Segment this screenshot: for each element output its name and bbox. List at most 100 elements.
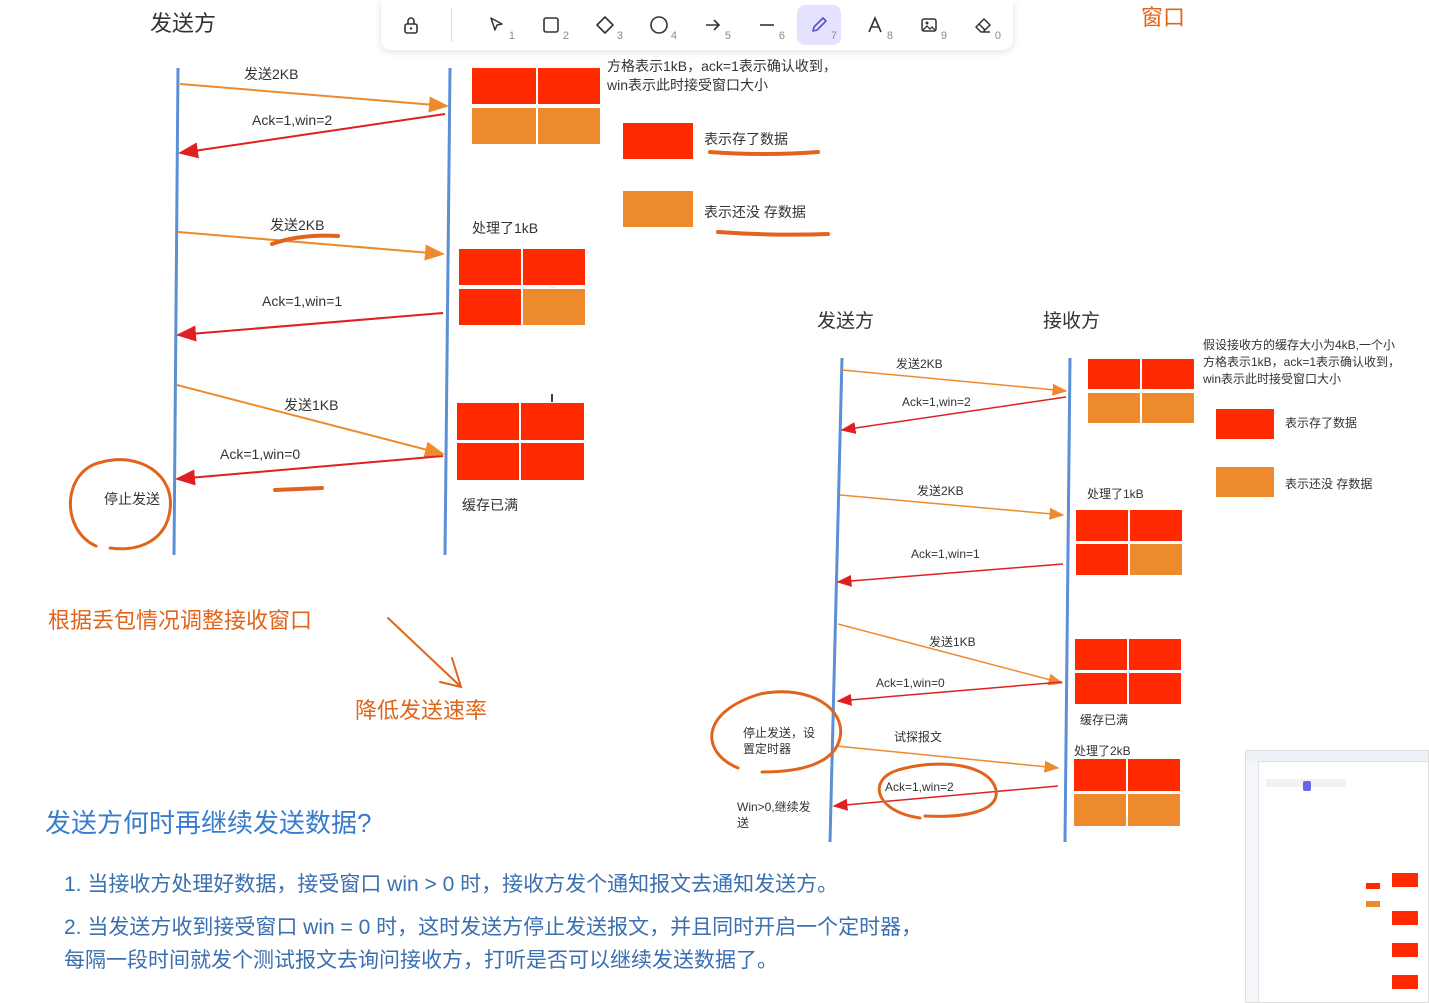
buffer-cell	[458, 248, 522, 286]
thumb-buffer	[1392, 943, 1418, 957]
ink-underline	[716, 230, 830, 237]
buffer-cell	[537, 67, 601, 105]
buffer-cell	[471, 107, 537, 145]
send-arrow	[179, 83, 449, 113]
buffer-cell	[522, 288, 586, 326]
sender-lifeline-right	[828, 357, 844, 843]
note-line: 假设接收方的缓存大小为4kB,一个小	[1203, 338, 1396, 352]
note-line: win表示此时接受窗口大小	[607, 77, 769, 93]
legend-empty-swatch	[622, 190, 694, 228]
buffer-cell	[1127, 793, 1181, 827]
legend-empty-swatch	[1215, 466, 1275, 498]
legend-stored-swatch	[622, 122, 694, 160]
legend-empty-label: 表示还没 存数据	[704, 204, 806, 220]
ink-underline	[273, 486, 324, 492]
buffer-cell	[1073, 758, 1127, 792]
answer-point-2-cont: 每隔一段时间就发个测试报文去询问接收方，打听是否可以继续发送数据了。	[64, 949, 778, 972]
window-title: 窗口	[1141, 5, 1186, 30]
legend-empty-label: 表示还没 存数据	[1285, 477, 1373, 491]
buffer-cell	[522, 248, 586, 286]
message-label: 发送2KB	[896, 357, 943, 371]
message-label: 发送2KB	[270, 217, 325, 233]
screen-preview-thumbnail[interactable]	[1245, 750, 1429, 1003]
buffer-cell	[1074, 638, 1128, 671]
continue-label: 送	[737, 816, 750, 830]
ack-arrow	[836, 681, 1063, 706]
thumb-buffer	[1392, 975, 1418, 989]
buffer-cell	[1141, 392, 1195, 424]
legend-stored-swatch	[1215, 408, 1275, 440]
answer-point-1: 1. 当接收方处理好数据，接受窗口 win > 0 时，接收方发个通知报文去通知…	[64, 873, 839, 896]
stop-send-label: 停止发送	[104, 491, 160, 507]
ack-arrow	[175, 455, 444, 486]
message-label: Ack=1,win=0	[876, 676, 945, 690]
buffer-cell	[1074, 672, 1128, 705]
message-label: Ack=1,win=0	[220, 446, 301, 462]
ack-arrow	[176, 312, 444, 342]
thumb-active-tool	[1303, 781, 1311, 791]
question-heading: 发送方何时再继续发送数据?	[45, 808, 372, 838]
buffer-full-label: 缓存已满	[1080, 713, 1129, 727]
ink-arrow	[387, 617, 463, 689]
buffer-cell	[537, 107, 601, 145]
buffer-cell	[1087, 358, 1141, 390]
note-line: win表示此时接受窗口大小	[1203, 372, 1342, 386]
buffer-cell	[1127, 758, 1181, 792]
receiver-lifeline	[443, 67, 452, 556]
buffer-cell	[456, 402, 520, 441]
ack-arrow	[836, 563, 1064, 587]
thumb-titlebar	[1246, 751, 1428, 762]
legend-stored-label: 表示存了数据	[704, 131, 788, 147]
processed-label: 处理了1kB	[472, 220, 539, 236]
message-label: Ack=1,win=2	[885, 780, 954, 794]
buffer-cell	[458, 288, 522, 326]
receiver-lifeline-right	[1063, 357, 1072, 843]
buffer-cell	[456, 442, 520, 481]
stop-timer-label: 停止发送，设	[743, 726, 816, 740]
legend-stored-label: 表示存了数据	[1285, 416, 1358, 430]
message-label: 发送1KB	[929, 635, 976, 649]
buffer-cell	[1075, 509, 1129, 542]
message-label: 发送1KB	[284, 397, 339, 413]
buffer-cell	[1128, 672, 1182, 705]
message-label: 试探报文	[894, 730, 943, 744]
buffer-cell	[1075, 543, 1129, 576]
message-label: Ack=1,win=1	[911, 547, 980, 561]
note-line: 方格表示1kB，ack=1表示确认收到，	[607, 58, 837, 74]
buffer-cell	[520, 402, 585, 441]
message-label: Ack=1,win=1	[262, 293, 343, 309]
note-line: 方格表示1kB，ack=1表示确认收到，	[1203, 355, 1401, 369]
processed-label: 处理了2kB	[1074, 744, 1131, 758]
buffer-cell	[1129, 509, 1183, 542]
receiver-header: 接收方	[1043, 311, 1101, 332]
sender-header: 发送方	[817, 311, 875, 332]
continue-label: Win>0,继续发	[737, 800, 811, 814]
message-label: Ack=1,win=2	[252, 112, 333, 128]
adjust-window-text: 根据丢包情况调整接收窗口	[48, 608, 313, 633]
message-label: Ack=1,win=2	[902, 395, 971, 409]
reduce-rate-text: 降低发送速率	[355, 698, 488, 723]
buffer-cell	[1073, 793, 1127, 827]
buffer-cell	[520, 442, 585, 481]
ink-underline	[708, 150, 820, 156]
thumb-buffer	[1392, 911, 1418, 925]
stop-timer-label: 置定时器	[743, 742, 792, 756]
processed-label: 处理了1kB	[1087, 487, 1144, 501]
buffer-cell	[471, 67, 537, 105]
thumb-legend	[1366, 901, 1380, 907]
thumb-sidebar	[1246, 761, 1259, 1002]
buffer-cell	[1141, 358, 1195, 390]
answer-point-2: 2. 当发送方收到接受窗口 win = 0 时，这时发送方停止发送报文，并且同时…	[64, 916, 923, 939]
buffer-cell	[1128, 638, 1182, 671]
canvas-drawing	[69, 67, 1072, 843]
message-label: 发送2KB	[917, 484, 964, 498]
message-label: 发送2KB	[244, 66, 299, 82]
buffer-cell	[1087, 392, 1141, 424]
thumb-buffer	[1392, 873, 1418, 887]
buffer-cell	[1129, 543, 1183, 576]
sender-lifeline	[172, 67, 180, 556]
send-arrow	[841, 369, 1068, 396]
sender-title: 发送方	[150, 11, 217, 36]
thumb-legend	[1366, 883, 1380, 889]
buffer-full-label: 缓存已满	[462, 497, 518, 513]
